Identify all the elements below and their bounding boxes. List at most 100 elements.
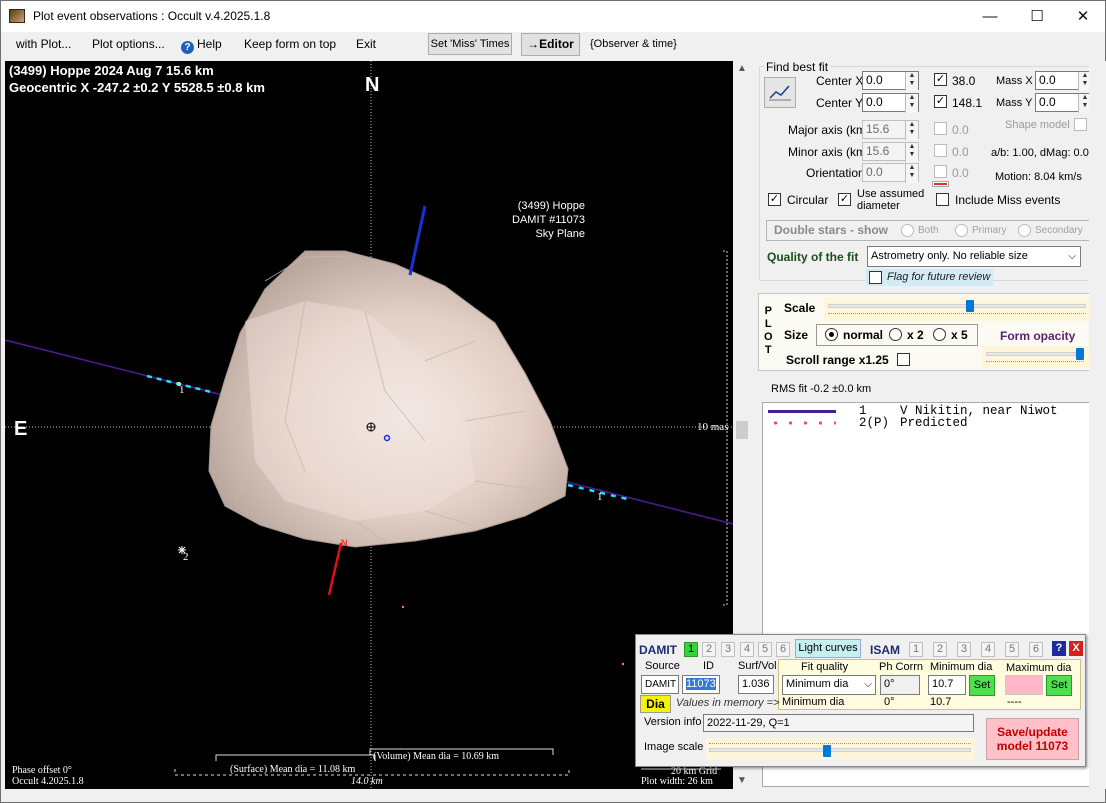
menu-exit[interactable]: Exit	[356, 37, 376, 51]
mass-x-input[interactable]: 0.0 ▲ ▼	[1035, 71, 1092, 91]
major-axis-input[interactable]: 15.6 ▲ ▼	[862, 120, 919, 140]
isam-tab[interactable]: 1	[909, 642, 923, 657]
ds-both-radio[interactable]	[901, 224, 914, 237]
plot-vertical-letter: T	[764, 344, 772, 356]
orientation-checkbox[interactable]	[934, 165, 947, 178]
damit-tab[interactable]: 3	[721, 642, 735, 657]
observer-time-label[interactable]: {Observer & time}	[590, 38, 677, 50]
minor-axis-input[interactable]: 15.6 ▲ ▼	[862, 142, 919, 162]
center-y-input[interactable]: 0.0 ▲ ▼	[862, 93, 919, 113]
scroll-up-icon[interactable]: ▲	[737, 63, 747, 74]
image-scale-slider[interactable]	[705, 738, 975, 760]
fit-quality-select[interactable]: Minimum dia ⌵	[782, 675, 876, 695]
close-button[interactable]: ✕	[1060, 1, 1106, 32]
id-field[interactable]: 11073	[682, 675, 720, 694]
opacity-slider-track	[986, 352, 1084, 356]
scroll-down-icon[interactable]: ▼	[737, 775, 747, 786]
light-curves-button[interactable]: Light curves	[795, 639, 861, 658]
min-dia-field[interactable]: 10.7	[928, 675, 966, 695]
scroll-thumb[interactable]	[736, 421, 748, 439]
editor-button[interactable]: →Editor	[521, 33, 580, 56]
damit-tab[interactable]: 5	[758, 642, 772, 657]
predicted-dot	[401, 605, 405, 609]
spin-arrows-icon[interactable]: ▲ ▼	[905, 164, 918, 183]
menu-keep-on-top[interactable]: Keep form on top	[244, 37, 336, 51]
isam-label: ISAM	[870, 643, 900, 657]
minor-axis-value: 15.6	[866, 144, 890, 158]
isam-tab[interactable]: 5	[1005, 642, 1019, 657]
damit-tab[interactable]: 2	[702, 642, 716, 657]
scale-slider[interactable]	[824, 297, 1090, 321]
image-scale-thumb[interactable]	[823, 745, 832, 757]
set-miss-times-button[interactable]: Set 'Miss' Times	[428, 33, 512, 55]
opacity-slider[interactable]	[982, 346, 1090, 368]
id-value: 11073	[686, 678, 716, 690]
isam-tab[interactable]: 6	[1029, 642, 1043, 657]
save-update-button[interactable]: Save/update model 11073	[986, 718, 1079, 760]
scroll-range-checkbox[interactable]	[897, 353, 910, 366]
volume-mean-label: (Volume) Mean dia = 10.69 km	[373, 751, 499, 762]
center-y-checkbox[interactable]: ✓	[934, 95, 947, 108]
shape-model-checkbox[interactable]	[1074, 118, 1087, 131]
dia-button[interactable]: Dia	[640, 695, 671, 713]
scale-slider-thumb[interactable]	[965, 300, 974, 312]
size-x2-radio[interactable]	[889, 328, 902, 341]
best-fit-button[interactable]	[764, 77, 796, 108]
menu-help[interactable]: ? Help	[181, 37, 222, 54]
legend-line-chord	[768, 410, 836, 413]
version-label: Occult 4.2025.1.8	[12, 776, 84, 787]
opacity-slider-thumb[interactable]	[1076, 348, 1084, 360]
spin-arrows-icon[interactable]: ▲ ▼	[905, 72, 918, 91]
center-x-checkbox[interactable]: ✓	[934, 73, 947, 86]
circular-label: Circular	[787, 193, 829, 207]
ph-corrn-field[interactable]: 0°	[880, 675, 920, 695]
minimize-button[interactable]: —	[967, 1, 1013, 32]
size-normal-radio[interactable]	[825, 328, 838, 341]
major-axis-checkbox[interactable]	[934, 122, 947, 135]
maximize-button[interactable]: ☐	[1014, 1, 1060, 32]
center-x-value: 0.0	[866, 73, 883, 87]
isam-tab[interactable]: 3	[957, 642, 971, 657]
damit-close-button[interactable]: X	[1069, 641, 1083, 656]
include-miss-checkbox[interactable]	[936, 193, 949, 206]
surfvol-field[interactable]: 1.036	[738, 675, 774, 694]
damit-tab[interactable]: 1	[684, 642, 698, 657]
orientation-input[interactable]: 0.0 ▲ ▼	[862, 163, 919, 183]
ds-primary-radio[interactable]	[955, 224, 968, 237]
surface-scale-bar	[215, 754, 376, 761]
mass-y-input[interactable]: 0.0 ▲ ▼	[1035, 93, 1092, 113]
row2-ph-value: 0°	[884, 696, 895, 708]
line-style-swatch[interactable]	[932, 181, 949, 187]
max-dia-field[interactable]	[1005, 675, 1043, 695]
damit-help-button[interactable]: ?	[1052, 641, 1066, 656]
quality-select[interactable]: Astrometry only. No reliable size ⌵	[867, 246, 1081, 267]
plot-canvas[interactable]: (3499) Hoppe 2024 Aug 7 15.6 km Geocentr…	[5, 61, 733, 789]
use-assumed-checkbox[interactable]: ✓	[838, 193, 851, 206]
fit-quality-label: Fit quality	[801, 661, 849, 673]
spin-arrows-icon[interactable]: ▲ ▼	[905, 94, 918, 113]
damit-tab[interactable]: 6	[776, 642, 790, 657]
spin-arrows-icon[interactable]: ▲ ▼	[905, 143, 918, 162]
menu-bar: with Plot... Plot options... ? Help Keep …	[1, 32, 1105, 58]
source-field[interactable]: DAMIT	[641, 675, 679, 694]
object-label-box: (3499) Hoppe DAMIT #11073 Sky Plane	[512, 199, 585, 241]
ph-corrn-label: Ph Corrn	[879, 661, 924, 673]
menu-with-plot[interactable]: with Plot...	[16, 37, 71, 51]
flag-review-row[interactable]: Flag for future review	[866, 269, 993, 286]
set-max-dia-button[interactable]: Set	[1046, 675, 1072, 696]
damit-tab[interactable]: 4	[740, 642, 754, 657]
version-info-field[interactable]: 2022-11-29, Q=1	[703, 714, 974, 732]
isam-tab[interactable]: 4	[981, 642, 995, 657]
menu-plot-options[interactable]: Plot options...	[92, 37, 165, 51]
circular-checkbox[interactable]: ✓	[768, 193, 781, 206]
spin-arrows-icon[interactable]: ▲ ▼	[905, 121, 918, 140]
isam-tab[interactable]: 2	[933, 642, 947, 657]
size-x5-radio[interactable]	[933, 328, 946, 341]
panel-scrollbar[interactable]	[1089, 61, 1106, 789]
flag-review-checkbox[interactable]	[869, 271, 882, 284]
set-min-dia-button[interactable]: Set	[969, 675, 995, 696]
legend-text: Predicted	[900, 416, 968, 430]
ds-secondary-radio[interactable]	[1018, 224, 1031, 237]
center-x-input[interactable]: 0.0 ▲ ▼	[862, 71, 919, 91]
minor-axis-checkbox[interactable]	[934, 144, 947, 157]
